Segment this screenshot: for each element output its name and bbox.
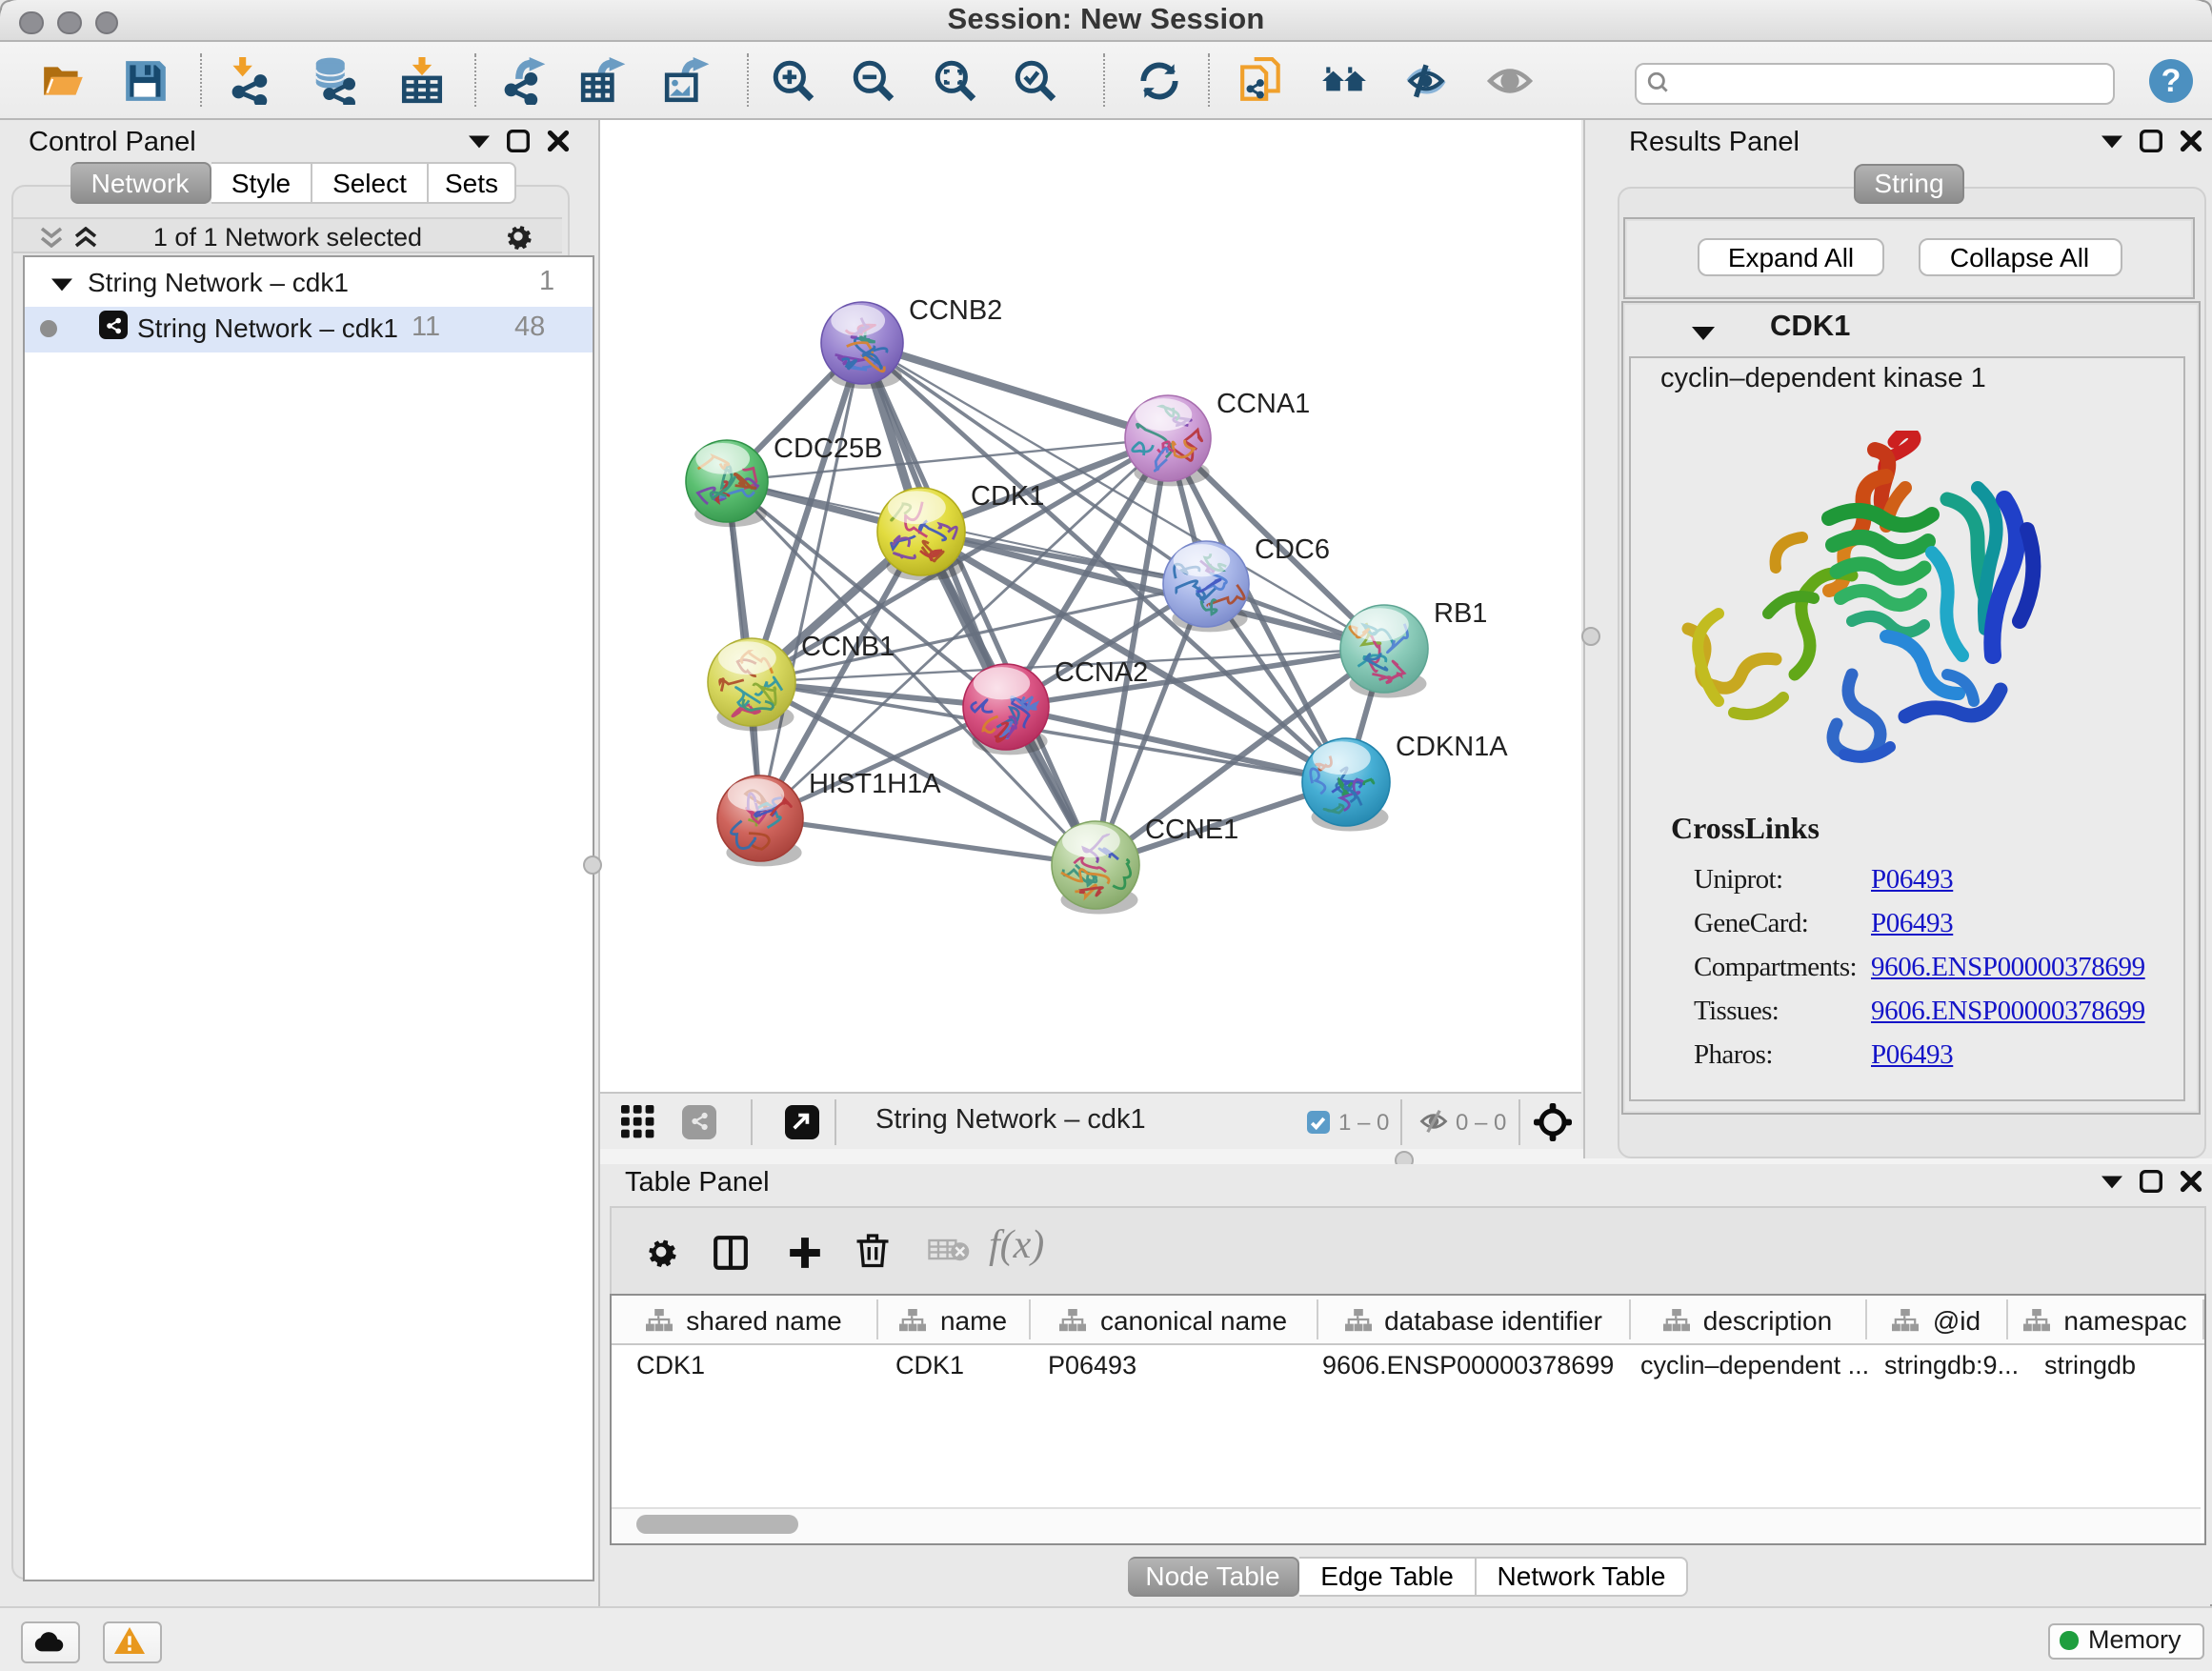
svg-text:CCNA2: CCNA2: [1055, 657, 1148, 688]
svg-text:CDC25B: CDC25B: [774, 433, 882, 464]
svg-text:CCNA1: CCNA1: [1217, 389, 1310, 419]
svg-text:CDK1: CDK1: [971, 481, 1044, 512]
svg-text:CDC6: CDC6: [1255, 534, 1330, 565]
svg-text:RB1: RB1: [1434, 598, 1487, 629]
svg-text:HIST1H1A: HIST1H1A: [809, 769, 941, 799]
svg-text:CCNB1: CCNB1: [801, 632, 895, 662]
svg-text:CCNE1: CCNE1: [1145, 815, 1238, 845]
svg-text:CCNB2: CCNB2: [909, 295, 1002, 326]
svg-text:CDKN1A: CDKN1A: [1396, 732, 1508, 762]
